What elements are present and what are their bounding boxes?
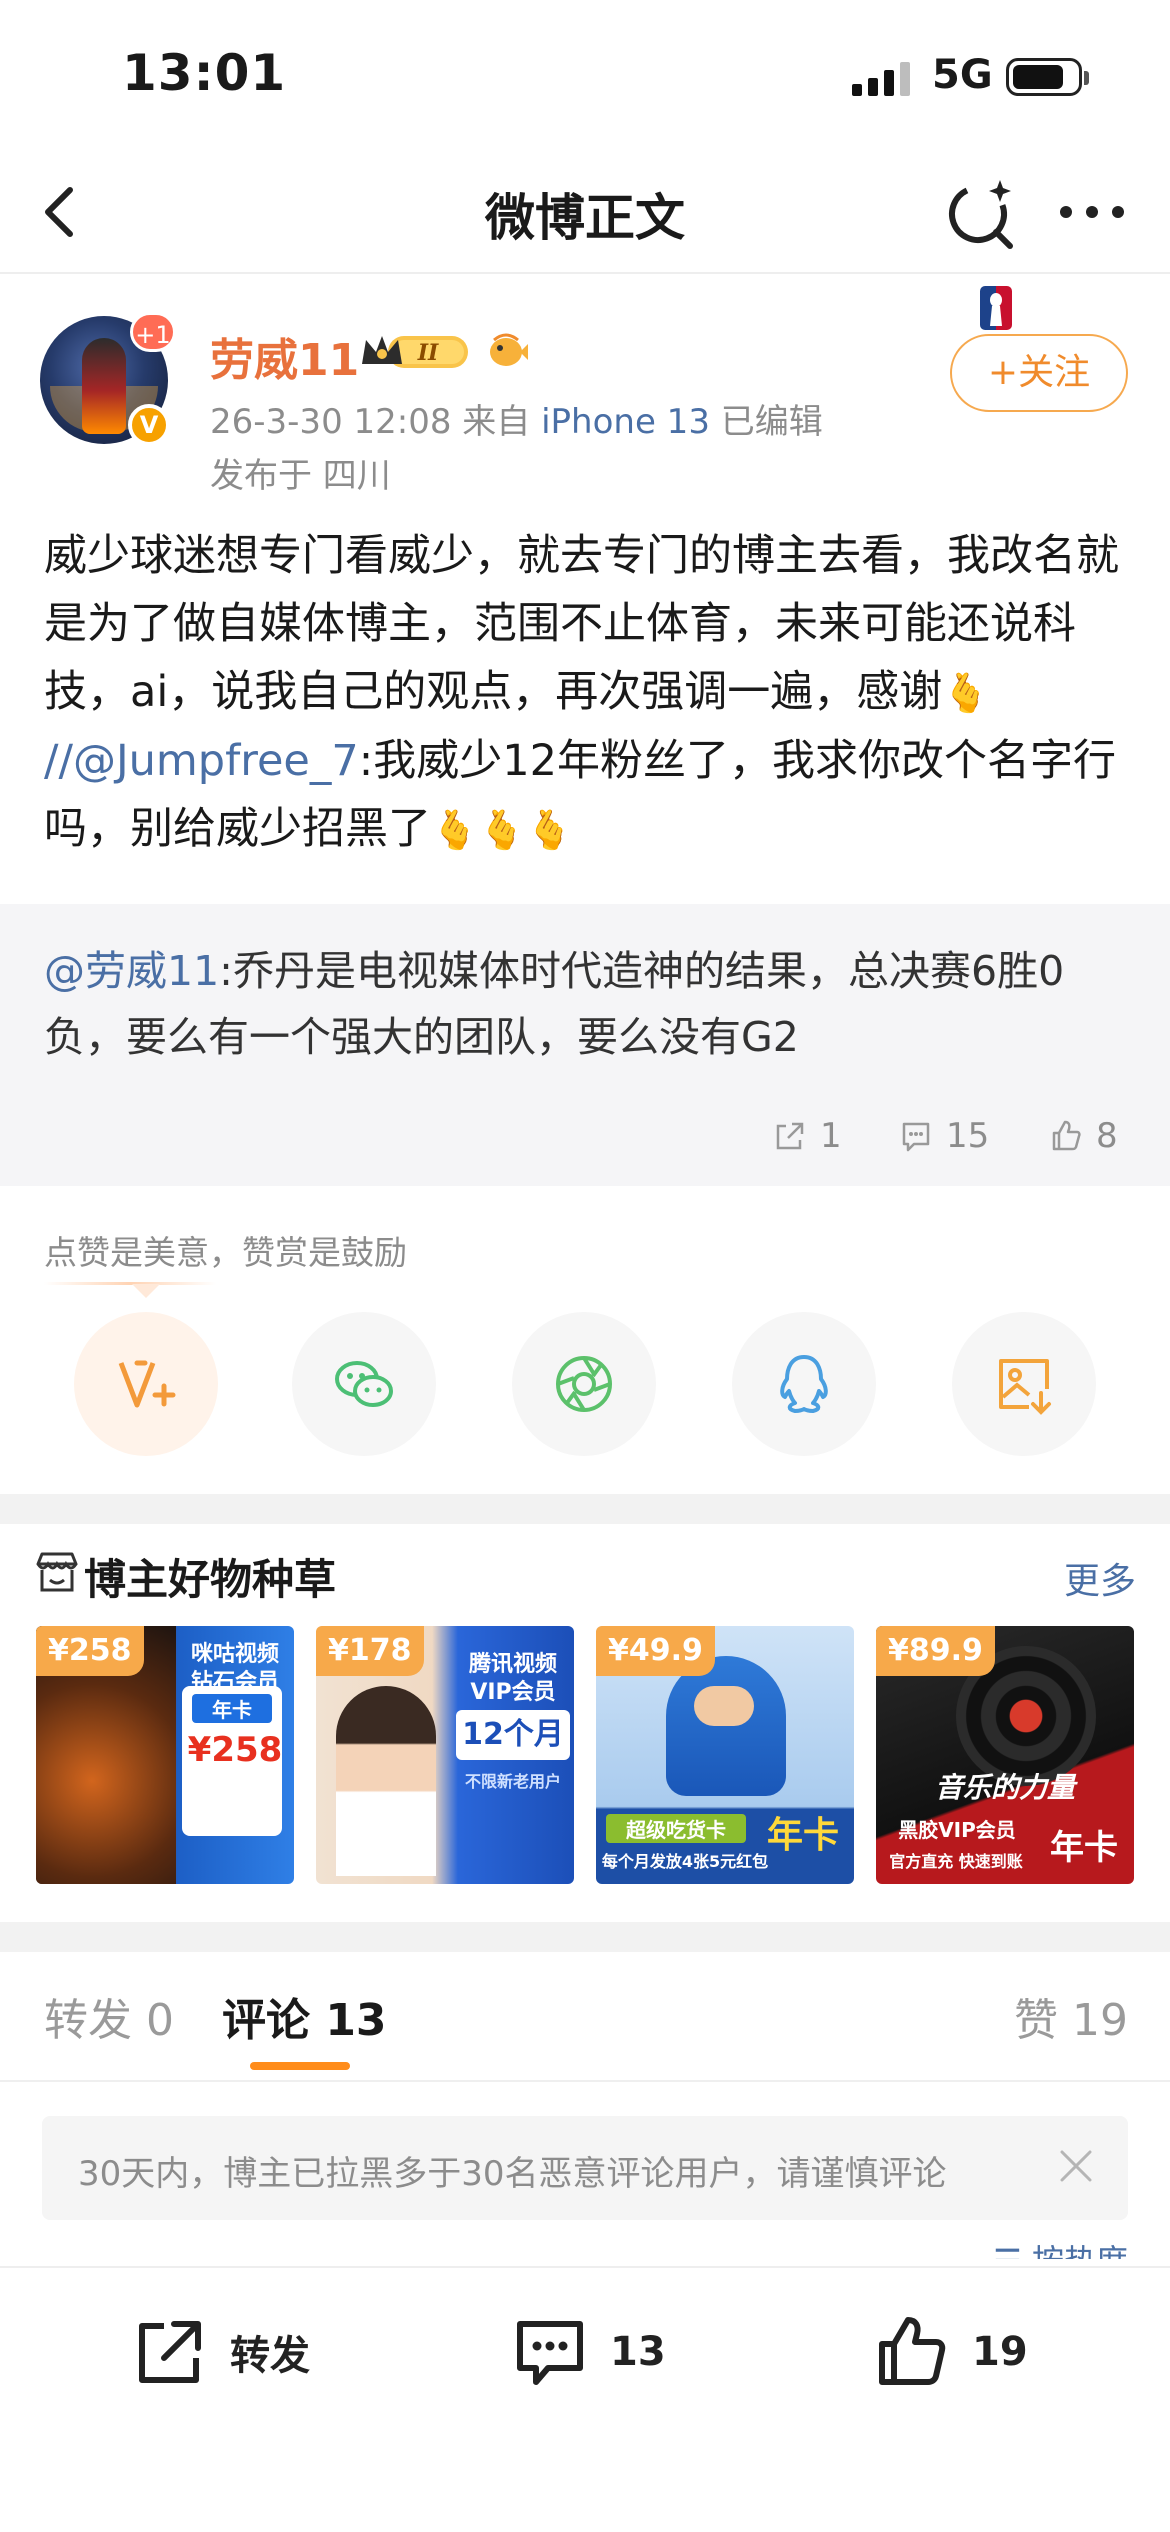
reward-icon (118, 1360, 176, 1408)
member-crown-icon[interactable]: II (358, 330, 474, 372)
share-qq-button[interactable] (732, 1312, 876, 1456)
emoji-icon: 🫰 (525, 808, 573, 852)
product-price: ¥178 (316, 1626, 424, 1676)
product-line: 黑胶VIP会员 (898, 1818, 1016, 1842)
products-more-link[interactable]: 更多 (1064, 1552, 1136, 1604)
product-card[interactable]: 腾讯视频 VIP会员 12个月 不限新老用户 ¥178 (316, 1626, 574, 1884)
reposted-text[interactable]: @劳威11:乔丹是电视媒体时代造神的结果，总决赛6胜0负，要么有一个强大的团队，… (44, 938, 1134, 1070)
product-price: ¥258 (36, 1626, 144, 1676)
comment-icon (517, 2321, 583, 2385)
comment-count: 13 (610, 2329, 666, 2375)
status-bar: 13:01 5G (0, 0, 1170, 150)
bottom-action-bar: 转发 13 19 (0, 2266, 1170, 2532)
battery-icon (1006, 58, 1089, 96)
svg-text:II: II (417, 340, 439, 366)
verified-badge: V (128, 404, 170, 446)
share-wechat-button[interactable] (292, 1312, 436, 1456)
section-separator (0, 1494, 1170, 1524)
product-line: 音乐的力量 (934, 1771, 1075, 1804)
product-card[interactable]: 咪咕视频 钻石会员 年卡 ¥258 ¥258 (36, 1626, 294, 1884)
emoji-icon: 🫰 (478, 808, 526, 852)
share-count: 1 (820, 1116, 842, 1156)
product-line: 超级吃货卡 (606, 1814, 746, 1843)
repost-label: 转发 (230, 2333, 310, 2379)
reward-pointer (132, 1284, 160, 1298)
share-icon (776, 1122, 804, 1150)
mention-link[interactable]: @Jumpfree_7 (73, 736, 359, 786)
repost-comment-count[interactable]: 15 (898, 1114, 989, 1158)
qq-icon (780, 1355, 828, 1413)
product-price: ¥89.9 (876, 1626, 995, 1676)
fan-badge-icon[interactable] (484, 328, 528, 372)
signal-icon (852, 62, 910, 96)
like-count: 19 (972, 2329, 1028, 2375)
close-icon[interactable] (1054, 2144, 1098, 2188)
notice-text: 30天内，博主已拉黑多于30名恶意评论用户，请谨慎评论 (78, 2154, 947, 2194)
save-image-icon (999, 1359, 1051, 1415)
section-separator (0, 1922, 1170, 1952)
like-icon (879, 2317, 946, 2385)
refresh-search-icon[interactable] (940, 170, 1024, 254)
emoji-icon: 🫰 (431, 808, 479, 852)
product-line: 官方直充 快速到账 (889, 1852, 1023, 1871)
status-time: 13:01 (122, 44, 287, 102)
nba-logo-icon (980, 286, 1012, 330)
save-image-button[interactable] (952, 1312, 1096, 1456)
repost-like-count[interactable]: 8 (1048, 1114, 1118, 1158)
post-meta: 26-3-30 12:08 来自 iPhone 13 已编辑 (210, 394, 823, 443)
products-title: 博主好物种草 (84, 1555, 337, 1604)
product-line: 年卡 (192, 1694, 272, 1723)
reward-button[interactable] (74, 1312, 218, 1456)
like-button[interactable]: 19 (872, 2312, 1028, 2392)
more-icon[interactable] (1050, 170, 1134, 254)
like-count: 8 (1096, 1116, 1118, 1156)
product-card[interactable]: 音乐的力量 黑胶VIP会员 年卡 官方直充 快速到账 ¥89.9 (876, 1626, 1134, 1884)
repost-button[interactable]: 转发 (130, 2312, 310, 2392)
tab-active-indicator (250, 2062, 350, 2070)
post-location: 发布于 四川 (210, 456, 391, 496)
tabs-divider (0, 2080, 1170, 2082)
avatar-update-badge: +1 (130, 312, 176, 352)
product-line: 12个月 (456, 1710, 570, 1760)
emoji-icon: 🫰 (942, 671, 990, 715)
edited-label[interactable]: 已编辑 (721, 402, 823, 442)
comment-notice: 30天内，博主已拉黑多于30名恶意评论用户，请谨慎评论 (42, 2116, 1128, 2220)
shop-icon (34, 1550, 80, 1594)
repost-separator: // (44, 736, 73, 786)
comment-count: 15 (946, 1116, 990, 1156)
nav-bar: 微博正文 (0, 150, 1170, 274)
repost-icon (139, 2321, 201, 2383)
repost-share-count[interactable]: 1 (772, 1114, 842, 1158)
product-line: 钻石会员 (190, 1670, 279, 1695)
comment-icon (902, 1122, 930, 1152)
tab-repost[interactable]: 转发 0 (44, 1984, 174, 2048)
product-line: VIP会员 (470, 1680, 556, 1705)
post-time: 26-3-30 12:08 来自 (210, 402, 531, 442)
reposted-author-mention[interactable]: @劳威11 (44, 947, 219, 995)
tab-likes[interactable]: 赞 19 (1014, 1984, 1128, 2048)
reward-hint-underline (44, 1282, 216, 1285)
product-card[interactable]: 超级吃货卡 年卡 每个月发放4张5元红包 ¥49.9 (596, 1626, 854, 1884)
product-line: ¥258 (187, 1730, 283, 1770)
post-content: 威少球迷想专门看威少，就去专门的博主去看，我改名就是为了做自媒体博主，范围不止体… (44, 522, 1134, 864)
wechat-icon (335, 1361, 393, 1407)
product-line: 年卡 (1050, 1828, 1118, 1868)
network-label: 5G (932, 52, 993, 98)
author-name[interactable]: 劳威11 (210, 324, 359, 388)
product-price: ¥49.9 (596, 1626, 715, 1676)
post-device[interactable]: iPhone 13 (541, 402, 710, 442)
tab-comment[interactable]: 评论 13 (222, 1984, 387, 2048)
moments-icon (556, 1356, 612, 1412)
share-moments-button[interactable] (512, 1312, 656, 1456)
comment-button[interactable]: 13 (510, 2312, 666, 2392)
product-line: 不限新老用户 (464, 1772, 561, 1791)
follow-button[interactable]: +关注 (950, 334, 1128, 412)
reward-hint: 点赞是美意，赞赏是鼓励 (44, 1233, 407, 1272)
like-icon (1052, 1120, 1081, 1151)
product-line: 每个月发放4张5元红包 (601, 1852, 769, 1871)
